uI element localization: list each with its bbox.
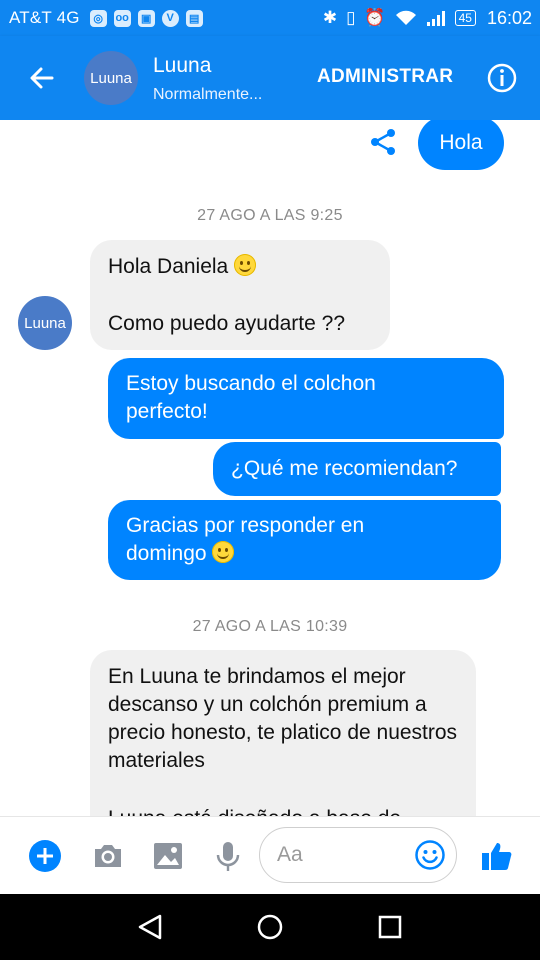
administrar-button[interactable]: ADMINISTRAR <box>317 66 453 88</box>
input-placeholder: Aa <box>277 843 303 866</box>
message-text: Hola <box>439 131 483 154</box>
contact-name[interactable]: Luuna <box>153 54 211 78</box>
app-notification-icon: ◎ <box>89 9 107 27</box>
avatar-logo-text: Luuna <box>24 314 66 332</box>
conversation-header: Luuna Luuna Normalmente... ADMINISTRAR <box>0 36 540 120</box>
smiley-emoji-icon <box>234 254 257 276</box>
carrier-label: AT&T 4G <box>9 8 80 27</box>
messages-notification-icon: ▤ <box>185 9 203 27</box>
message-outgoing[interactable]: Estoy buscando el colchon perfecto! <box>108 358 504 439</box>
emoji-icon[interactable] <box>414 839 446 871</box>
info-icon[interactable] <box>486 62 518 94</box>
back-arrow-icon[interactable] <box>26 62 58 94</box>
message-outgoing[interactable]: Gracias por responder en domingo <box>108 500 501 580</box>
battery-indicator: 45 <box>454 10 476 26</box>
message-text: Gracias por responder en domingo <box>126 514 365 565</box>
contact-status: Normalmente... <box>153 86 263 103</box>
nav-back-icon[interactable] <box>136 912 166 942</box>
image-notification-icon: ▣ <box>137 9 155 27</box>
like-icon[interactable] <box>480 839 514 873</box>
message-text: Como puedo ayudarte ?? <box>108 312 345 335</box>
message-outgoing[interactable]: Hola <box>418 120 504 170</box>
share-icon[interactable] <box>368 127 398 157</box>
avatar-logo-text: Luuna <box>90 69 132 87</box>
vibrate-icon: ▯ <box>346 8 356 27</box>
smiley-emoji-icon <box>212 541 235 563</box>
signal-icon <box>426 10 445 26</box>
system-navigation-bar <box>0 894 540 960</box>
timestamp: 27 AGO A LAS 9:25 <box>197 207 343 224</box>
plus-icon[interactable] <box>28 839 62 873</box>
message-text: ¿Qué me recomiendan? <box>231 457 458 480</box>
message-text: Hola Daniela <box>108 255 229 278</box>
gallery-icon[interactable] <box>151 839 185 873</box>
contact-avatar[interactable]: Luuna <box>84 51 138 105</box>
v-app-icon: V <box>161 9 179 27</box>
status-bar: AT&T 4G ◎ oo ▣ V ▤ ✱ ▯ ⏰ 45 16:02 <box>0 0 540 36</box>
wifi-icon <box>395 10 416 25</box>
composer-bar: Aa <box>0 816 540 895</box>
timestamp: 27 AGO A LAS 10:39 <box>192 618 348 635</box>
alarm-icon: ⏰ <box>364 8 386 27</box>
camera-icon[interactable] <box>91 839 125 873</box>
nav-home-icon[interactable] <box>255 912 285 942</box>
message-incoming[interactable]: En Luuna te brindamos el mejor descanso … <box>90 650 476 816</box>
microphone-icon[interactable] <box>211 839 245 873</box>
message-text: Luuna está diseñado a base de <box>108 805 464 816</box>
sender-avatar[interactable]: Luuna <box>18 296 72 350</box>
message-text: Estoy buscando el colchon perfecto! <box>126 372 376 423</box>
nav-recents-icon[interactable] <box>375 912 405 942</box>
message-input[interactable]: Aa <box>259 827 457 883</box>
message-text: En Luuna te brindamos el mejor descanso … <box>108 665 458 772</box>
clock: 16:02 <box>486 7 532 28</box>
voicemail-icon: oo <box>113 9 131 27</box>
message-outgoing[interactable]: ¿Qué me recomiendan? <box>213 442 501 496</box>
notification-icons: ◎ oo ▣ V ▤ <box>89 9 203 27</box>
bluetooth-icon: ✱ <box>322 8 338 27</box>
message-list[interactable]: Hola 27 AGO A LAS 9:25 Luuna Hola Daniel… <box>0 120 540 816</box>
message-incoming[interactable]: Hola Daniela Como puedo ayudarte ?? <box>90 240 390 350</box>
